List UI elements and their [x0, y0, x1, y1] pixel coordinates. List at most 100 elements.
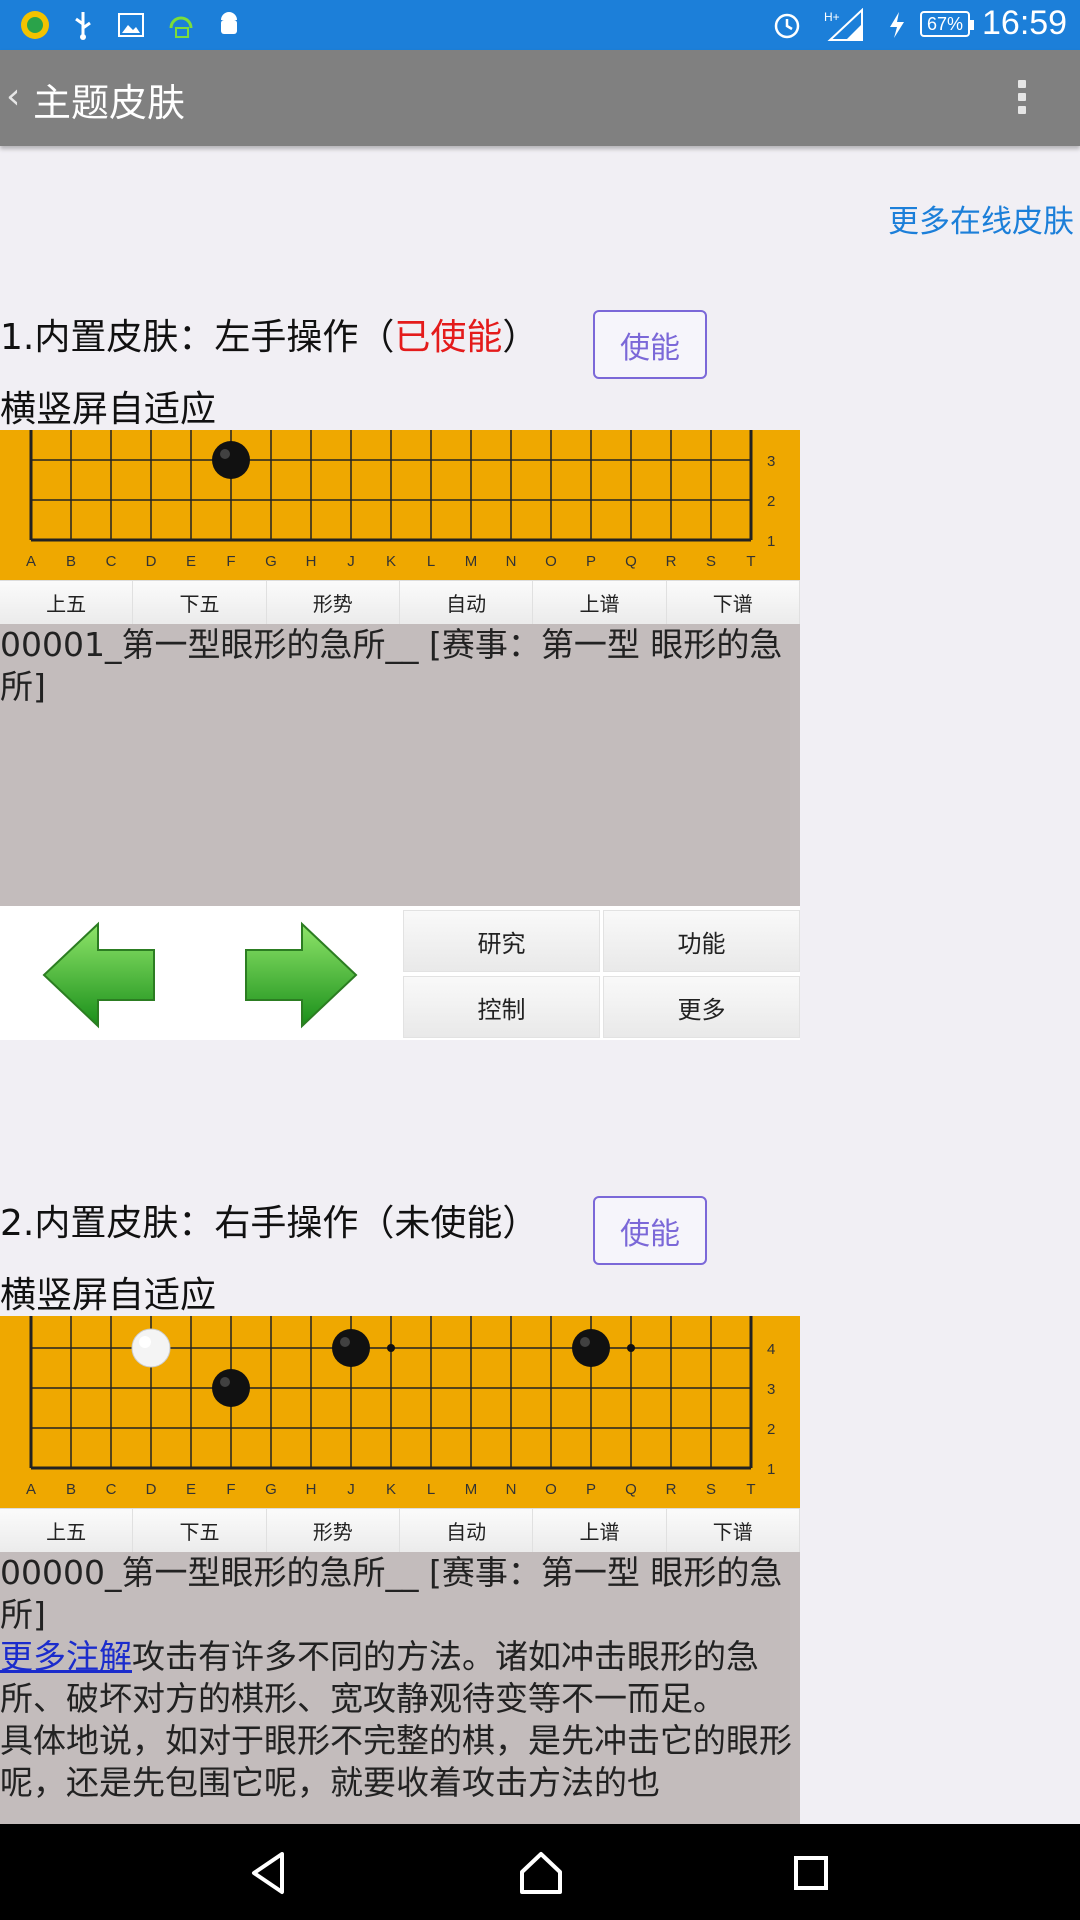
- battery-indicator: 67%: [920, 11, 974, 37]
- skin-2-title-suffix: ）: [502, 1203, 539, 1244]
- toolbar-prev-five[interactable]: 上五: [0, 1509, 134, 1553]
- more-notes-link[interactable]: 更多注解: [0, 1637, 132, 1676]
- skin-1-go-board[interactable]: 3 2 1 A B C D E F G H J K L M N O P Q R S T: [0, 430, 800, 580]
- column-label: L: [427, 553, 435, 570]
- column-label: H: [306, 1481, 317, 1498]
- skin-1-title-text: 1.内置皮肤：左手操作（: [0, 317, 395, 358]
- skin-2-enable-button[interactable]: 使能: [593, 1196, 707, 1265]
- toolbar-situation[interactable]: 形势: [266, 1509, 400, 1553]
- column-label: C: [106, 553, 117, 570]
- back-triangle-icon[interactable]: [242, 1846, 296, 1900]
- column-label: R: [666, 1481, 677, 1498]
- column-label: C: [106, 1481, 117, 1498]
- app-logo-icon: [18, 8, 52, 42]
- stone-highlight: [220, 449, 230, 459]
- black-stone: [332, 1329, 370, 1367]
- skin-2-status: 未使能: [394, 1203, 503, 1244]
- toolbar-next-record[interactable]: 下谱: [666, 1509, 800, 1553]
- skin-1-title-suffix: ）: [502, 317, 539, 358]
- stone-body: [332, 1329, 370, 1367]
- svg-text:H+: H+: [824, 10, 840, 24]
- skin-1-status: 已使能: [394, 317, 503, 358]
- toolbar-prev-five[interactable]: 上五: [0, 581, 134, 625]
- toolbar-next-five[interactable]: 下五: [133, 581, 267, 625]
- charging-icon: [884, 8, 910, 42]
- skin-2-toolbar: 上五 下五 形势 自动 上谱 下谱: [0, 1508, 800, 1553]
- overflow-menu-icon[interactable]: [1018, 80, 1026, 119]
- green-left-arrow-icon[interactable]: [40, 920, 160, 1030]
- column-label: B: [66, 1481, 76, 1498]
- column-label: J: [347, 553, 355, 570]
- alarm-icon: [770, 8, 804, 42]
- skin-1-comment-text: 00001_第一型眼形的急所__ [赛事：第一型 眼形的急所]: [0, 625, 783, 706]
- column-label: Q: [625, 1481, 637, 1498]
- toolbar-prev-record[interactable]: 上谱: [533, 1509, 667, 1553]
- stone-highlight: [220, 1377, 230, 1387]
- back-chevron-icon[interactable]: ‹: [6, 76, 20, 117]
- column-label: D: [146, 553, 157, 570]
- column-label: Q: [625, 553, 637, 570]
- column-label: O: [545, 1481, 557, 1498]
- skin-1-enable-button[interactable]: 使能: [593, 310, 707, 379]
- column-label: P: [586, 553, 596, 570]
- black-stone: [212, 441, 250, 479]
- recents-square-icon[interactable]: [784, 1846, 838, 1900]
- column-label: K: [386, 553, 396, 570]
- row-label: 1: [767, 533, 775, 550]
- column-label: G: [265, 1481, 277, 1498]
- skin-1-comment: 00001_第一型眼形的急所__ [赛事：第一型 眼形的急所]: [0, 624, 800, 906]
- toolbar-next-record[interactable]: 下谱: [666, 581, 800, 625]
- column-label: P: [586, 1481, 596, 1498]
- skin-2-title-text: 2.内置皮肤：右手操作（: [0, 1203, 395, 1244]
- home-icon[interactable]: [514, 1846, 568, 1900]
- black-stone: [572, 1329, 610, 1367]
- page-title: 主题皮肤: [33, 81, 186, 125]
- image-icon: [114, 8, 148, 42]
- column-label: E: [186, 1481, 196, 1498]
- toolbar-auto[interactable]: 自动: [399, 581, 534, 625]
- android-icon: [212, 8, 246, 42]
- row-label: 4: [767, 1341, 775, 1358]
- stone-highlight: [139, 1336, 151, 1348]
- stone-highlight: [340, 1337, 350, 1347]
- stone-body: [131, 1328, 171, 1368]
- more-button[interactable]: 更多: [603, 976, 800, 1038]
- row-label: 3: [767, 1381, 775, 1398]
- skin-2-comment-text-2: 具体地说，如对于眼形不完整的棋，是先冲击它的眼形呢，还是先包围它呢，就要收着攻击…: [0, 1721, 792, 1802]
- column-label: T: [746, 553, 755, 570]
- column-label: K: [386, 1481, 396, 1498]
- function-button[interactable]: 功能: [603, 910, 800, 972]
- skin-1-controls: 研究 功能 控制 更多: [0, 906, 800, 1040]
- column-label: G: [265, 553, 277, 570]
- row-label: 1: [767, 1461, 775, 1478]
- column-label: J: [347, 1481, 355, 1498]
- column-label: N: [506, 1481, 517, 1498]
- stone-body: [212, 1369, 250, 1407]
- control-button[interactable]: 控制: [403, 976, 600, 1038]
- research-button[interactable]: 研究: [403, 910, 600, 972]
- skin-1-title: 1.内置皮肤：左手操作（已使能）: [0, 308, 538, 360]
- headset-icon: [164, 8, 198, 42]
- stone-highlight: [580, 1337, 590, 1347]
- skin-2-go-board[interactable]: 4 3 2 1 A B C D E F G H J K L M N O P Q R S T: [0, 1316, 800, 1508]
- toolbar-next-five[interactable]: 下五: [133, 1509, 267, 1553]
- column-label: M: [465, 1481, 478, 1498]
- stone-body: [212, 441, 250, 479]
- column-label: T: [746, 1481, 755, 1498]
- skin-2-comment: 00000_第一型眼形的急所__ [赛事：第一型 眼形的急所] 更多注解攻击有许…: [0, 1552, 800, 1824]
- column-label: F: [226, 553, 235, 570]
- column-label: O: [545, 553, 557, 570]
- skin-2-comment-title: 00000_第一型眼形的急所__ [赛事：第一型 眼形的急所]: [0, 1553, 783, 1634]
- green-right-arrow-icon[interactable]: [240, 920, 360, 1030]
- toolbar-prev-record[interactable]: 上谱: [533, 581, 667, 625]
- column-label: H: [306, 553, 317, 570]
- status-bar: H+ 67% 16:59: [0, 0, 1080, 50]
- column-label: A: [26, 553, 36, 570]
- column-label: E: [186, 553, 196, 570]
- skin-2-title: 2.内置皮肤：右手操作（未使能）: [0, 1194, 538, 1246]
- more-online-skins-link[interactable]: 更多在线皮肤: [888, 196, 1074, 241]
- toolbar-auto[interactable]: 自动: [399, 1509, 534, 1553]
- stone-body: [572, 1329, 610, 1367]
- toolbar-situation[interactable]: 形势: [266, 581, 400, 625]
- row-label: 2: [767, 1421, 775, 1438]
